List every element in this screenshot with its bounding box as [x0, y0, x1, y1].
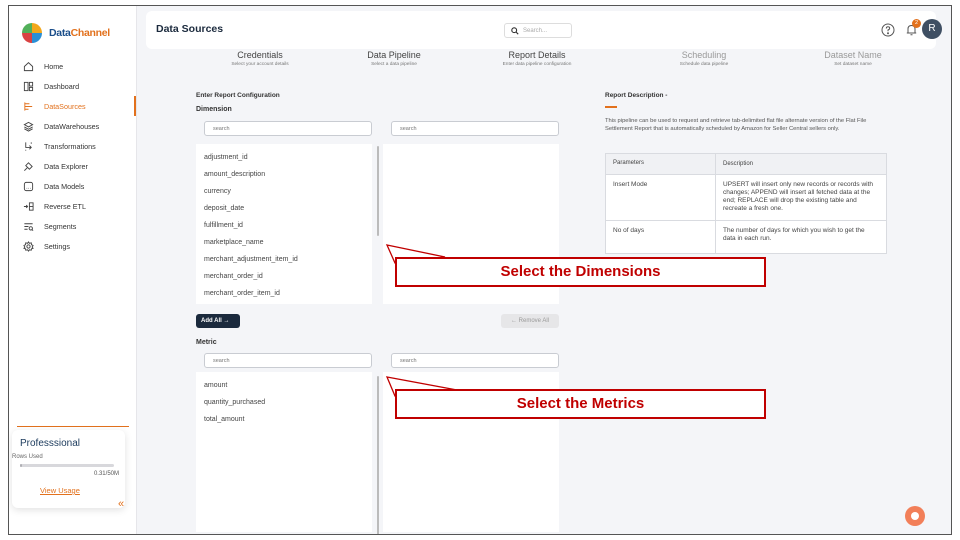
metrics-callout: Select the Metrics	[395, 389, 766, 419]
chat-icon[interactable]	[905, 506, 925, 526]
dimensions-callout: Select the Dimensions	[395, 257, 766, 287]
app-frame: DataChannel Home Dashboard DataSources D…	[8, 5, 952, 535]
